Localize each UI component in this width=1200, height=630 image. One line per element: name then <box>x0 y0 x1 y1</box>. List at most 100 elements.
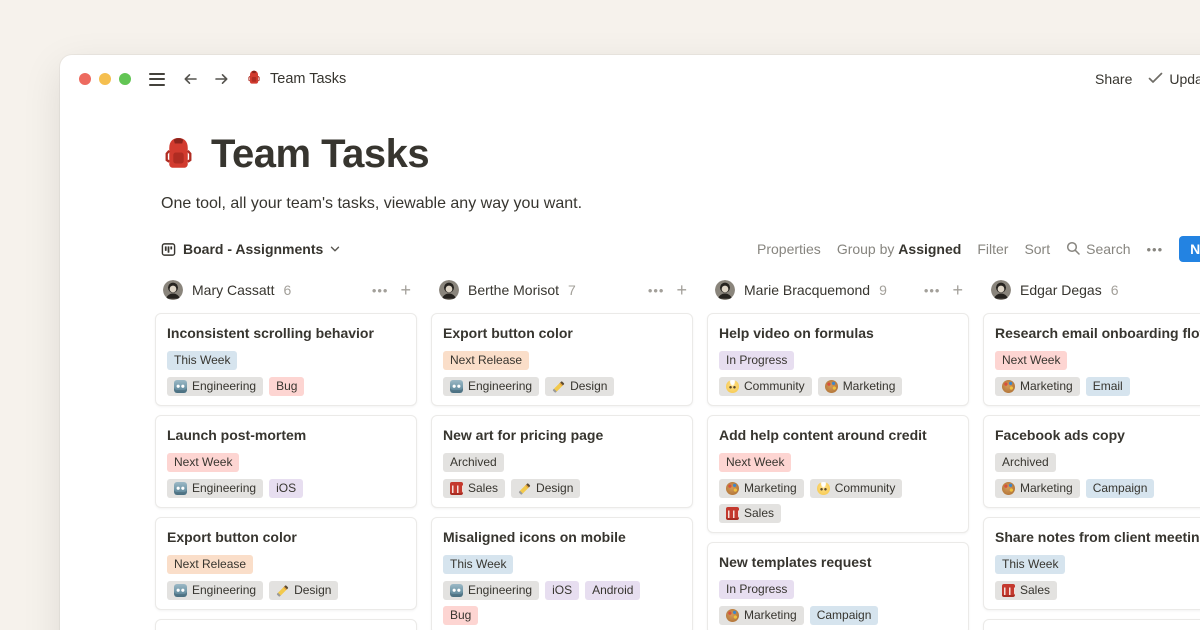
tag-pill: Campaign <box>810 606 879 625</box>
task-card[interactable]: Export button color Next Release Enginee… <box>155 517 417 610</box>
card-list: Export button color Next Release Enginee… <box>431 313 693 630</box>
forward-arrow-icon[interactable] <box>213 71 230 87</box>
menu-icon[interactable] <box>149 73 165 86</box>
card-tags-row: Marketing Campaign <box>719 606 957 625</box>
task-card[interactable]: Add help content around credit Next Week… <box>707 415 969 533</box>
tag-pill: Sales <box>443 479 505 498</box>
tag-pill: Design <box>269 581 338 600</box>
card-title: Export button color <box>167 527 405 547</box>
task-card[interactable]: Misaligned icons on mobile This Week Eng… <box>431 517 693 630</box>
status-pill: Archived <box>995 453 1056 472</box>
card-title: Research email onboarding flows <box>995 323 1200 343</box>
back-arrow-icon[interactable] <box>182 71 199 87</box>
card-status-row: This Week <box>167 351 405 370</box>
task-card[interactable]: Email drip campaign <box>983 619 1200 630</box>
status-pill: Next Release <box>167 555 253 574</box>
tag-pill: Marketing <box>719 479 804 498</box>
card-title: New art for pricing page <box>443 425 681 445</box>
card-status-row: Next Week <box>995 351 1200 370</box>
column-more-icon[interactable]: ••• <box>372 283 389 298</box>
tag-pill: Community <box>719 377 812 396</box>
tag-pill: Marketing <box>719 606 804 625</box>
card-list: Help video on formulas In Progress Commu… <box>707 313 969 630</box>
task-card[interactable]: Inconsistent scrolling behavior This Wee… <box>155 313 417 406</box>
column-count: 6 <box>283 282 291 298</box>
tag-pill: Engineering <box>443 377 539 396</box>
tag-pill: iOS <box>269 479 303 498</box>
task-card[interactable]: Launch post-mortem Next Week Engineering… <box>155 415 417 508</box>
column-more-icon[interactable]: ••• <box>924 283 941 298</box>
tag-pill: Marketing <box>995 377 1080 396</box>
card-title: Launch post-mortem <box>167 425 405 445</box>
board-column: Edgar Degas 6 ••• + Research email onboa… <box>983 279 1200 630</box>
board-column: Mary Cassatt 6 ••• + Inconsistent scroll… <box>155 279 417 630</box>
zoom-window-button[interactable] <box>119 73 131 85</box>
palette-icon <box>726 609 739 622</box>
column-title: Edgar Degas <box>1020 282 1102 298</box>
column-add-icon[interactable]: + <box>400 281 411 299</box>
status-pill: In Progress <box>719 580 794 599</box>
task-card[interactable]: Help video on formulas In Progress Commu… <box>707 313 969 406</box>
board-column: Berthe Morisot 7 ••• + Export button col… <box>431 279 693 630</box>
task-card[interactable]: Export button color Next Release Enginee… <box>431 313 693 406</box>
status-pill: In Progress <box>719 351 794 370</box>
search-icon <box>1066 241 1080 258</box>
more-options-icon[interactable]: ••• <box>1146 242 1163 257</box>
card-status-row: Archived <box>443 453 681 472</box>
updates-label: Updates <box>1169 71 1200 87</box>
tag-pill: Sales <box>995 581 1057 600</box>
task-card[interactable]: Facebook ads copy Archived MarketingCamp… <box>983 415 1200 508</box>
kanban-board: Mary Cassatt 6 ••• + Inconsistent scroll… <box>60 279 1200 630</box>
breadcrumb[interactable]: Team Tasks <box>246 69 346 89</box>
robot-icon <box>174 584 187 597</box>
tag-pill: Sales <box>719 504 781 523</box>
task-card[interactable]: Share notes from client meeting This Wee… <box>983 517 1200 610</box>
tag-pill: Design <box>545 377 614 396</box>
search-button[interactable]: Search <box>1066 241 1130 258</box>
tag-pill: Campaign <box>1086 479 1155 498</box>
card-tags-row: SalesDesign <box>443 479 681 498</box>
tag-pill: Android <box>585 581 640 600</box>
traffic-lights <box>79 73 131 85</box>
angel-icon <box>817 482 830 495</box>
card-tags-row: MarketingEmail <box>995 377 1200 396</box>
column-add-icon[interactable]: + <box>952 281 963 299</box>
tag-pill: Community <box>810 479 903 498</box>
page-title[interactable]: Team Tasks <box>211 132 429 177</box>
page-subtitle[interactable]: One tool, all your team's tasks, viewabl… <box>60 195 1200 213</box>
tag-pill: Bug <box>269 377 304 396</box>
task-card[interactable]: Research email onboarding flows Next Wee… <box>983 313 1200 406</box>
updates-button[interactable]: Updates <box>1148 71 1200 87</box>
avatar <box>715 280 735 300</box>
column-more-icon[interactable]: ••• <box>648 283 665 298</box>
group-by-button[interactable]: Group by Assigned <box>837 241 962 257</box>
view-selector[interactable]: Board - Assignments <box>161 241 340 257</box>
card-tags-row: Engineering Design <box>443 377 681 396</box>
card-status-row: In Progress <box>719 351 957 370</box>
sort-button[interactable]: Sort <box>1024 241 1050 257</box>
card-status-row: Archived <box>995 453 1200 472</box>
task-card[interactable]: New onboarding checklist <box>155 619 417 630</box>
close-window-button[interactable] <box>79 73 91 85</box>
status-pill: Next Week <box>167 453 239 472</box>
card-title: Share notes from client meeting <box>995 527 1200 547</box>
task-card[interactable]: New art for pricing page Archived SalesD… <box>431 415 693 508</box>
share-button[interactable]: Share <box>1095 71 1132 87</box>
bank-icon <box>726 507 739 520</box>
minimize-window-button[interactable] <box>99 73 111 85</box>
card-status-row: This Week <box>995 555 1200 574</box>
card-title: Help video on formulas <box>719 323 957 343</box>
palette-icon <box>1002 380 1015 393</box>
properties-button[interactable]: Properties <box>757 241 821 257</box>
search-label: Search <box>1086 241 1130 257</box>
column-add-icon[interactable]: + <box>676 281 687 299</box>
new-button[interactable]: New <box>1179 236 1200 262</box>
robot-icon <box>174 482 187 495</box>
robot-icon <box>174 380 187 393</box>
filter-button[interactable]: Filter <box>977 241 1008 257</box>
task-card[interactable]: New templates request In Progress Market… <box>707 542 969 630</box>
card-status-row: Next Week <box>167 453 405 472</box>
card-status-row: This Week <box>443 555 681 574</box>
status-pill: Next Week <box>719 453 791 472</box>
page-icon-backpack[interactable] <box>160 134 197 176</box>
